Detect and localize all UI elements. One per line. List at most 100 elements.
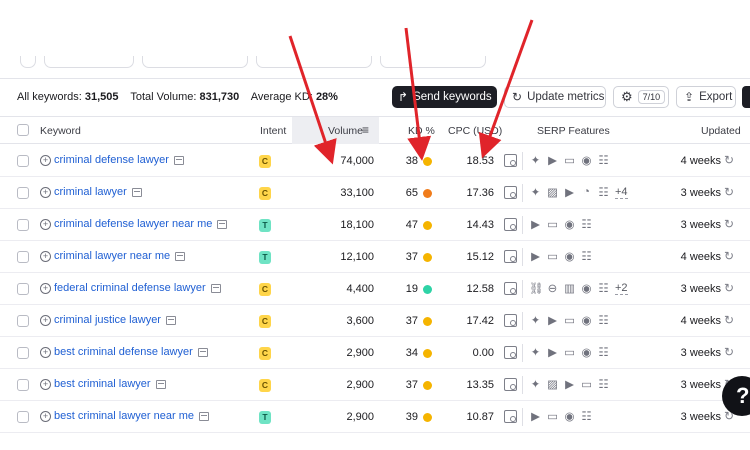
serp-feature-icon[interactable]: ▶: [529, 249, 542, 263]
add-to-list-icon[interactable]: +: [40, 154, 51, 166]
table-row[interactable]: + federal criminal defense lawyer C 4,400 19…: [0, 273, 750, 305]
refresh-icon[interactable]: ↻: [724, 345, 734, 359]
serp-preview-icon[interactable]: [210, 283, 221, 293]
row-checkbox[interactable]: [17, 379, 29, 391]
row-checkbox[interactable]: [17, 187, 29, 199]
serp-preview-icon[interactable]: [131, 187, 142, 197]
serp-preview-icon[interactable]: [175, 251, 186, 261]
more-features-link[interactable]: +4: [615, 186, 628, 199]
serp-feature-icon[interactable]: ▨: [546, 377, 559, 391]
table-row[interactable]: + criminal defense lawyer C 74,000 38 18.53 ✦ ▶…: [0, 145, 750, 177]
keyword-link[interactable]: criminal lawyer: [54, 186, 127, 198]
table-row[interactable]: + best criminal lawyer C 2,900 37 13.35 ✦ ▨ ▶ ▭ ☷ 3…: [0, 369, 750, 401]
serp-feature-icon[interactable]: ⊖: [546, 281, 559, 295]
table-row[interactable]: + criminal defense lawyer near me T 18,100 4…: [0, 209, 750, 241]
table-row[interactable]: + best criminal defense lawyer C 2,900 34 0.0…: [0, 337, 750, 369]
settings-button[interactable]: ⚙ 7/10: [613, 86, 669, 108]
serp-feature-icon[interactable]: ▭: [546, 249, 559, 263]
serp-feature-icon[interactable]: ✦: [529, 313, 542, 327]
serp-feature-icon[interactable]: ◉: [563, 409, 576, 423]
filter-pill[interactable]: [20, 56, 36, 68]
row-checkbox[interactable]: [17, 251, 29, 263]
serp-feature-icon[interactable]: ◉: [580, 313, 593, 327]
serp-preview-icon[interactable]: [173, 155, 184, 165]
serp-snapshot-icon[interactable]: [504, 250, 517, 263]
serp-feature-icon[interactable]: ▭: [546, 217, 559, 231]
serp-snapshot-icon[interactable]: [504, 218, 517, 231]
serp-feature-icon[interactable]: ▶: [563, 185, 576, 199]
add-to-list-icon[interactable]: +: [40, 186, 51, 198]
serp-feature-icon[interactable]: ▭: [546, 409, 559, 423]
add-to-list-icon[interactable]: +: [40, 346, 51, 358]
send-keywords-button[interactable]: ↱ Send keywords: [392, 86, 497, 108]
serp-feature-icon[interactable]: ▶: [563, 377, 576, 391]
filter-pill[interactable]: [380, 56, 486, 68]
serp-preview-icon[interactable]: [217, 219, 228, 229]
serp-feature-icon[interactable]: ◔: [580, 186, 593, 198]
serp-feature-icon[interactable]: ▭: [563, 345, 576, 359]
table-row[interactable]: + criminal lawyer near me T 12,100 37 15.12 ▶ ▭…: [0, 241, 750, 273]
serp-feature-icon[interactable]: ◉: [563, 217, 576, 231]
refresh-icon[interactable]: ↻: [724, 313, 734, 327]
serp-feature-icon[interactable]: ✦: [529, 185, 542, 199]
serp-feature-icon[interactable]: ▭: [563, 313, 576, 327]
refresh-icon[interactable]: ↻: [724, 281, 734, 295]
serp-snapshot-icon[interactable]: [504, 346, 517, 359]
serp-feature-icon[interactable]: ☷: [597, 313, 610, 327]
serp-feature-icon[interactable]: ⛓: [529, 281, 544, 295]
column-volume[interactable]: Volume: [328, 125, 363, 137]
row-checkbox[interactable]: [17, 283, 29, 295]
serp-feature-icon[interactable]: ☷: [580, 409, 593, 423]
serp-feature-icon[interactable]: ☷: [580, 249, 593, 263]
serp-feature-icon[interactable]: ◉: [580, 281, 593, 295]
add-to-list-icon[interactable]: +: [40, 218, 51, 230]
keyword-link[interactable]: best criminal lawyer: [54, 378, 151, 390]
add-to-list-icon[interactable]: +: [40, 378, 51, 390]
serp-feature-icon[interactable]: ☷: [597, 377, 610, 391]
column-serp-features[interactable]: SERP Features: [537, 125, 610, 137]
serp-feature-icon[interactable]: ✦: [529, 153, 542, 167]
export-button[interactable]: ⇪ Export: [676, 86, 736, 108]
sort-icon[interactable]: ≡: [362, 123, 369, 137]
add-to-list-icon[interactable]: +: [40, 282, 51, 294]
row-checkbox[interactable]: [17, 155, 29, 167]
serp-feature-icon[interactable]: ▶: [546, 153, 559, 167]
serp-snapshot-icon[interactable]: [504, 314, 517, 327]
keyword-link[interactable]: criminal defense lawyer near me: [54, 218, 212, 230]
serp-feature-icon[interactable]: ▭: [563, 153, 576, 167]
serp-feature-icon[interactable]: ☷: [597, 185, 610, 199]
add-to-list-icon[interactable]: +: [40, 410, 51, 422]
serp-feature-icon[interactable]: ☷: [597, 345, 610, 359]
serp-snapshot-icon[interactable]: [504, 282, 517, 295]
serp-feature-icon[interactable]: ✦: [529, 377, 542, 391]
column-cpc[interactable]: CPC (USD): [448, 125, 502, 137]
refresh-icon[interactable]: ↻: [724, 217, 734, 231]
table-row[interactable]: + criminal justice lawyer C 3,600 37 17.42 ✦ ▶ ▭…: [0, 305, 750, 337]
serp-snapshot-icon[interactable]: [504, 186, 517, 199]
refresh-icon[interactable]: ↻: [724, 249, 734, 263]
more-features-link[interactable]: +2: [615, 282, 628, 295]
keyword-link[interactable]: criminal justice lawyer: [54, 314, 161, 326]
select-all-checkbox[interactable]: [17, 124, 29, 136]
serp-feature-icon[interactable]: ☷: [597, 153, 610, 167]
column-keyword[interactable]: Keyword: [40, 125, 81, 137]
keyword-link[interactable]: federal criminal defense lawyer: [54, 282, 206, 294]
serp-preview-icon[interactable]: [199, 411, 209, 421]
serp-feature-icon[interactable]: ☷: [580, 217, 593, 231]
serp-snapshot-icon[interactable]: [504, 154, 517, 167]
column-kd[interactable]: KD %: [408, 125, 435, 137]
keyword-link[interactable]: best criminal defense lawyer: [54, 346, 193, 358]
serp-feature-icon[interactable]: ▶: [529, 409, 542, 423]
row-checkbox[interactable]: [17, 411, 29, 423]
serp-feature-icon[interactable]: ▨: [546, 185, 559, 199]
table-row[interactable]: + criminal lawyer C 33,100 65 17.36 ✦ ▨ ▶ ◔ ☷ +4 3 w…: [0, 177, 750, 209]
row-checkbox[interactable]: [17, 219, 29, 231]
row-checkbox[interactable]: [17, 347, 29, 359]
add-to-list-icon[interactable]: +: [40, 314, 51, 326]
serp-feature-icon[interactable]: ▭: [580, 377, 593, 391]
serp-feature-icon[interactable]: ▶: [529, 217, 542, 231]
filter-pill[interactable]: [44, 56, 134, 68]
keyword-link[interactable]: criminal defense lawyer: [54, 154, 169, 166]
row-checkbox[interactable]: [17, 315, 29, 327]
serp-feature-icon[interactable]: ▶: [546, 345, 559, 359]
